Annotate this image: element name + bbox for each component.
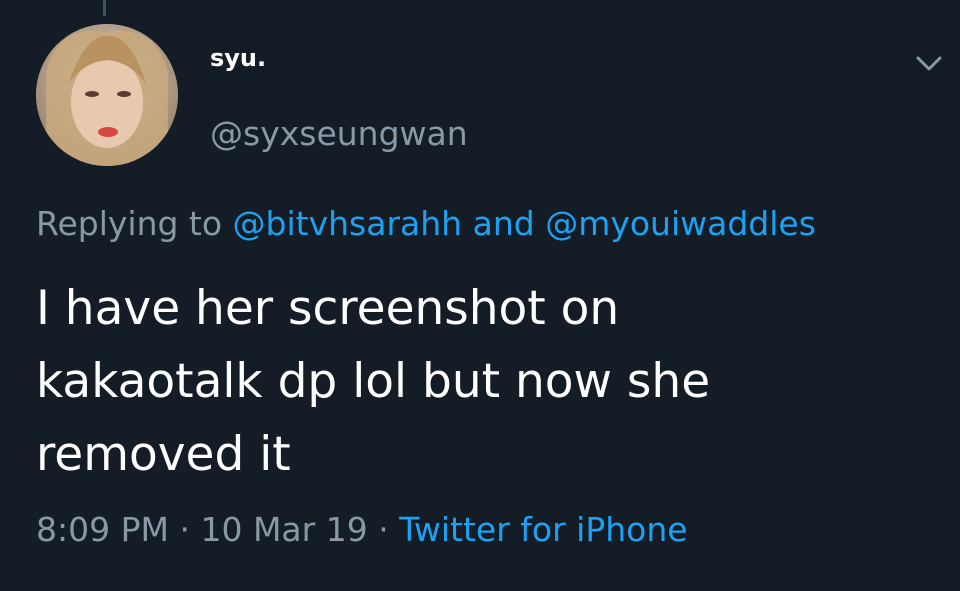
meta-separator: · <box>179 510 190 549</box>
replying-to-line: Replying to @bitvhsarahh and @myouiwaddl… <box>36 204 816 243</box>
meta-separator: · <box>378 510 389 549</box>
tweet-text: I have her screenshot on kakaotalk dp lo… <box>36 281 711 482</box>
user-handle[interactable]: @syxseungwan <box>210 114 468 153</box>
thread-connector-line <box>103 0 106 16</box>
tweet-source-link[interactable]: Twitter for iPhone <box>399 510 687 549</box>
mention-link-1[interactable]: @bitvhsarahh <box>233 204 463 243</box>
display-name[interactable]: syu. <box>210 44 266 72</box>
mention-link-2[interactable]: @myouiwaddles <box>545 204 816 243</box>
replying-to-label: Replying to <box>36 204 223 243</box>
tweet-date[interactable]: 10 Mar 19 <box>200 510 367 549</box>
tweet-meta: 8:09 PM · 10 Mar 19 · Twitter for iPhone <box>36 510 688 549</box>
avatar-photo <box>36 24 178 166</box>
tweet-time[interactable]: 8:09 PM <box>36 510 169 549</box>
reply-conjunction: and <box>472 204 535 243</box>
avatar[interactable] <box>36 24 178 166</box>
chevron-down-icon[interactable] <box>912 50 946 76</box>
